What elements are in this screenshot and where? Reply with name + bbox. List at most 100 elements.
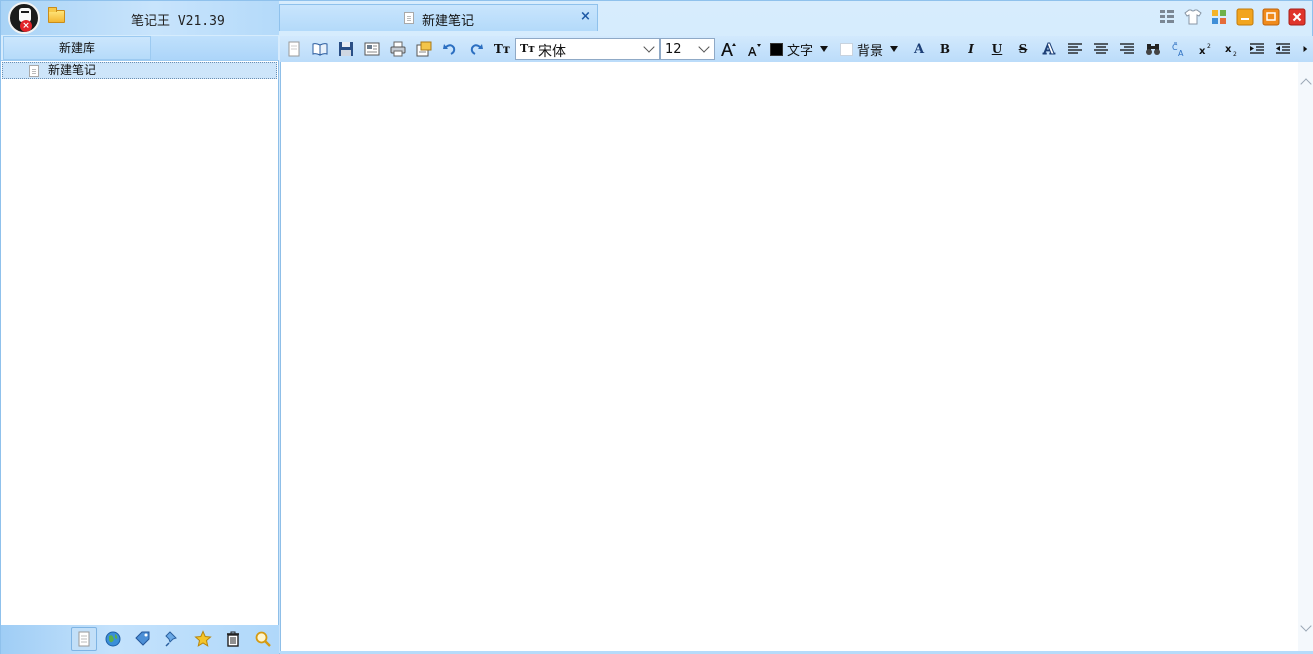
toolbar-overflow-button[interactable]	[1299, 40, 1311, 58]
font-format-button[interactable]: Tт	[492, 40, 512, 58]
trash-icon	[227, 631, 239, 647]
dropdown-caret-icon	[890, 46, 899, 52]
properties-button[interactable]	[414, 40, 434, 58]
tab-close-icon[interactable]: ×	[580, 9, 591, 24]
star-icon	[194, 630, 212, 647]
shrink-font-icon	[748, 44, 761, 56]
redo-button[interactable]	[466, 40, 486, 58]
font-color-button[interactable]: A	[909, 40, 929, 58]
maximize-icon	[1262, 8, 1280, 26]
close-icon	[1288, 8, 1306, 26]
bold-icon: B	[939, 42, 951, 56]
bold-button[interactable]: B	[935, 40, 955, 58]
layout-button[interactable]	[1156, 7, 1178, 27]
background-color-label: 背景	[857, 43, 884, 59]
align-center-button[interactable]	[1091, 40, 1111, 58]
subscript-button[interactable]: x2	[1221, 40, 1241, 58]
font-family-select[interactable]: Tт 宋体	[515, 38, 660, 60]
svg-text:x: x	[1199, 46, 1206, 57]
save-button[interactable]	[336, 40, 356, 58]
outdent-icon	[1276, 43, 1290, 54]
font-size-select[interactable]: 12	[660, 38, 715, 60]
align-left-button[interactable]	[1065, 40, 1085, 58]
minimize-button[interactable]	[1234, 7, 1256, 27]
text-color-button[interactable]: 文字	[770, 40, 829, 59]
indent-button[interactable]	[1247, 40, 1267, 58]
document-tab[interactable]: 新建笔记 ×	[279, 4, 598, 31]
outdent-button[interactable]	[1273, 40, 1293, 58]
search-button[interactable]	[250, 627, 276, 651]
logo-badge-icon: ×	[20, 20, 32, 32]
book-icon	[312, 43, 328, 56]
grid-button[interactable]	[1208, 7, 1230, 27]
replace-icon: CA	[1172, 42, 1184, 57]
grid-icon	[1212, 10, 1226, 24]
open-button[interactable]	[310, 40, 330, 58]
tags-button[interactable]	[130, 627, 156, 651]
scroll-up-icon[interactable]	[1300, 78, 1312, 90]
notes-view-button[interactable]	[71, 627, 97, 651]
pin-button[interactable]	[160, 627, 186, 651]
folder-icon[interactable]	[48, 7, 65, 23]
maximize-button[interactable]	[1260, 7, 1282, 27]
align-center-icon	[1094, 43, 1108, 54]
favorites-button[interactable]	[190, 627, 216, 651]
font-format-icon: Tт	[493, 42, 511, 56]
note-editor[interactable]	[280, 62, 1298, 651]
web-button[interactable]	[100, 627, 126, 651]
italic-button[interactable]: I	[961, 40, 981, 58]
save-icon	[339, 42, 353, 56]
font-family-value: 宋体	[538, 44, 566, 60]
svg-text:x: x	[1225, 44, 1232, 55]
trash-button[interactable]	[220, 627, 246, 651]
note-icon	[78, 631, 90, 647]
grow-font-button[interactable]	[718, 40, 738, 58]
window-controls	[1156, 7, 1308, 27]
font-color-icon: A	[913, 41, 925, 57]
tree-item[interactable]: 新建笔记	[2, 62, 277, 79]
superscript-button[interactable]: x2	[1195, 40, 1215, 58]
search-icon	[255, 631, 271, 647]
close-button[interactable]	[1286, 7, 1308, 27]
italic-icon: I	[968, 42, 974, 56]
library-tab-strip	[151, 36, 278, 60]
pin-icon	[165, 631, 177, 647]
app-window: × 笔记王 V21.39 新建库 新建笔记 新建笔记 × Tт Tт 宋体 12…	[0, 0, 1313, 654]
superscript-icon: x2	[1199, 43, 1211, 57]
find-button[interactable]	[1143, 40, 1163, 58]
background-color-swatch	[840, 42, 853, 56]
note-icon	[288, 41, 300, 57]
strikethrough-button[interactable]: S	[1013, 40, 1033, 58]
redo-icon	[470, 44, 483, 55]
replace-button[interactable]: CA	[1169, 40, 1189, 58]
image-button[interactable]	[362, 40, 382, 58]
left-panel: × 笔记王 V21.39 新建库 新建笔记	[1, 1, 279, 654]
align-right-button[interactable]	[1117, 40, 1137, 58]
scroll-down-icon[interactable]	[1300, 620, 1312, 632]
outline-text-button[interactable]: A	[1039, 40, 1059, 59]
app-title: 笔记王 V21.39	[131, 14, 225, 29]
new-note-button[interactable]	[284, 40, 304, 58]
svg-text:2: 2	[1233, 51, 1237, 57]
library-tab[interactable]: 新建库	[3, 36, 151, 60]
shrink-font-button[interactable]	[743, 40, 763, 58]
editor-scrollbar[interactable]	[1298, 62, 1313, 651]
indent-icon	[1250, 43, 1264, 54]
note-tree[interactable]: 新建笔记	[1, 60, 279, 625]
skin-button[interactable]	[1182, 7, 1204, 27]
text-color-label: 文字	[787, 43, 814, 59]
font-type-icon: Tт	[520, 42, 536, 55]
image-icon	[364, 42, 380, 56]
document-tab-label: 新建笔记	[422, 14, 475, 29]
underline-button[interactable]: U	[987, 40, 1007, 58]
app-logo[interactable]: ×	[8, 2, 40, 34]
minimize-icon	[1236, 8, 1254, 26]
strikethrough-icon: S	[1018, 42, 1028, 56]
print-button[interactable]	[388, 40, 408, 58]
background-color-button[interactable]: 背景	[840, 40, 899, 59]
svg-text:2: 2	[1207, 43, 1211, 50]
outline-text-icon: A	[1043, 40, 1056, 59]
layout-icon	[1160, 10, 1174, 23]
undo-icon	[443, 44, 456, 55]
undo-button[interactable]	[440, 40, 460, 58]
